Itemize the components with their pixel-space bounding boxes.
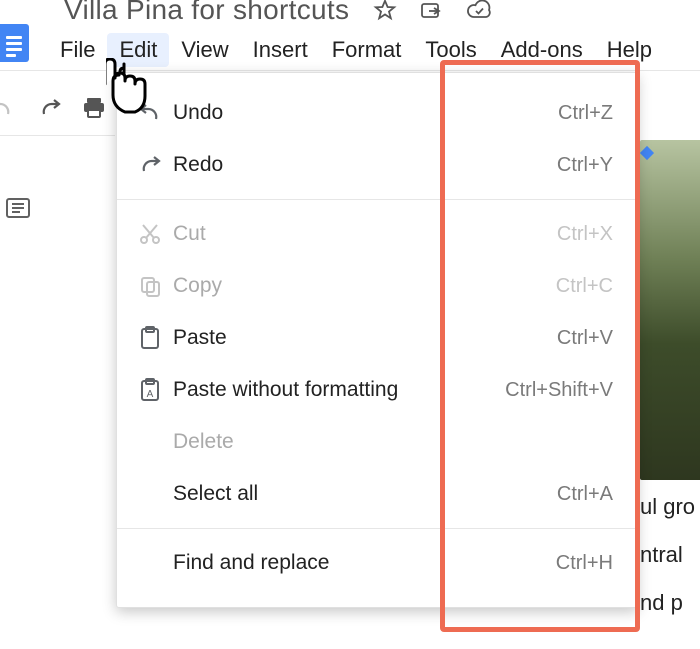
menubar-divider [0, 70, 700, 71]
menu-item-label: Select all [167, 482, 557, 506]
menu-separator [117, 199, 637, 200]
document-title[interactable]: Villa Pina for shortcuts [64, 0, 349, 26]
menu-item-shortcut: Ctrl+Y [557, 154, 613, 177]
menu-item-shortcut: Ctrl+A [557, 483, 613, 506]
menu-tools[interactable]: Tools [413, 33, 488, 67]
menu-help[interactable]: Help [595, 33, 664, 67]
title-actions [373, 0, 493, 22]
toolbar-divider [0, 135, 115, 136]
page-text-fragment-3: nd p [640, 582, 700, 624]
menu-item-redo[interactable]: Redo Ctrl+Y [117, 139, 637, 191]
menu-item-label: Redo [167, 153, 557, 177]
menu-item-cut[interactable]: Cut Ctrl+X [117, 208, 637, 260]
menu-item-find-and-replace[interactable]: Find and replace Ctrl+H [117, 537, 637, 589]
menu-item-copy[interactable]: Copy Ctrl+C [117, 260, 637, 312]
menu-item-label: Paste [167, 326, 557, 350]
app-root: Villa Pina for shortcuts [0, 0, 700, 649]
menu-item-label: Copy [167, 274, 556, 298]
image-placeholder [640, 140, 700, 480]
menu-item-label: Undo [167, 101, 558, 125]
menu-item-shortcut: Ctrl+Z [558, 102, 613, 125]
docs-app-icon[interactable] [0, 24, 29, 62]
copy-icon [133, 275, 167, 297]
menu-view[interactable]: View [169, 33, 240, 67]
paste-plain-icon: A [133, 378, 167, 402]
menu-item-label: Delete [167, 430, 613, 454]
menu-item-undo[interactable]: Undo Ctrl+Z [117, 87, 637, 139]
menu-item-label: Paste without formatting [167, 378, 505, 402]
paste-icon [133, 326, 167, 350]
menu-edit[interactable]: Edit [107, 33, 169, 67]
redo-icon [133, 156, 167, 174]
menu-item-shortcut: Ctrl+C [556, 275, 613, 298]
page-text-fragment-1: ul gro [640, 486, 700, 528]
menu-item-label: Cut [167, 222, 557, 246]
toolbar-redo-icon[interactable] [36, 98, 62, 118]
svg-text:A: A [147, 389, 154, 400]
menu-file[interactable]: File [48, 33, 107, 67]
outline-toggle-icon[interactable] [6, 198, 30, 223]
toolbar [0, 90, 110, 126]
menu-item-delete[interactable]: Delete [117, 416, 637, 468]
menu-item-shortcut: Ctrl+H [556, 552, 613, 575]
cut-icon [133, 223, 167, 245]
menu-item-shortcut: Ctrl+V [557, 327, 613, 350]
menu-addons[interactable]: Add-ons [489, 33, 595, 67]
menu-item-shortcut: Ctrl+Shift+V [505, 379, 613, 402]
menu-item-shortcut: Ctrl+X [557, 223, 613, 246]
menu-format[interactable]: Format [320, 33, 414, 67]
menu-item-paste-without-formatting[interactable]: A Paste without formatting Ctrl+Shift+V [117, 364, 637, 416]
move-icon[interactable] [419, 0, 443, 22]
title-row: Villa Pina for shortcuts [0, 0, 700, 30]
menu-item-paste[interactable]: Paste Ctrl+V [117, 312, 637, 364]
menu-insert[interactable]: Insert [241, 33, 320, 67]
toolbar-undo-icon[interactable] [0, 98, 16, 118]
edit-dropdown: Undo Ctrl+Z Redo Ctrl+Y Cut Ctrl+X [116, 72, 638, 608]
page-text-fragment-2: ntral [640, 534, 700, 576]
menu-item-select-all[interactable]: Select all Ctrl+A [117, 468, 637, 520]
star-icon[interactable] [373, 0, 397, 22]
page-background: ul gro ntral nd p [640, 140, 700, 624]
undo-icon [133, 104, 167, 122]
cloud-saved-icon[interactable] [465, 0, 493, 21]
menubar: File Edit View Insert Format Tools Add-o… [48, 30, 700, 70]
menu-item-label: Find and replace [167, 551, 556, 575]
menu-separator [117, 528, 637, 529]
toolbar-print-icon[interactable] [82, 97, 106, 119]
